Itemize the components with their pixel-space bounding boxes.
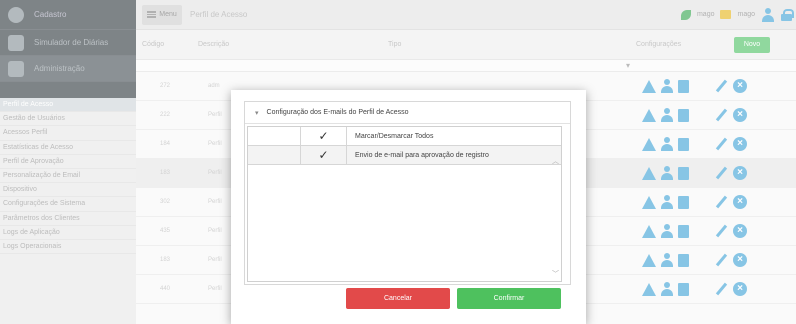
scroll-up-icon[interactable]: ︿ [552, 156, 559, 166]
panel-title: Configuração dos E-mails do Perfil de Ac… [266, 109, 409, 116]
grid-cell-blank [248, 127, 301, 145]
email-options-grid: ✓ Marcar/Desmarcar Todos ✓ Envio de e-ma… [247, 126, 562, 282]
scroll-down-icon[interactable]: ﹀ [552, 269, 559, 279]
grid-row-option[interactable]: ✓ Envio de e-mail para aprovação de regi… [248, 146, 561, 165]
approval-email-checkbox[interactable]: ✓ [301, 146, 347, 164]
approval-email-label: Envio de e-mail para aprovação de regist… [355, 151, 489, 159]
email-config-modal: ▾ Configuração dos E-mails do Perfil de … [231, 90, 586, 324]
panel-header[interactable]: ▾ Configuração dos E-mails do Perfil de … [245, 102, 570, 124]
cancel-button[interactable]: Cancelar [346, 288, 450, 309]
email-config-panel: ▾ Configuração dos E-mails do Perfil de … [244, 101, 571, 285]
grid-row-select-all[interactable]: ✓ Marcar/Desmarcar Todos [248, 127, 561, 146]
select-all-checkbox[interactable]: ✓ [301, 127, 347, 145]
confirm-button[interactable]: Confirmar [457, 288, 561, 309]
select-all-label: Marcar/Desmarcar Todos [355, 132, 434, 140]
grid-cell-blank [248, 146, 301, 164]
chevron-down-icon[interactable]: ▾ [255, 109, 259, 117]
